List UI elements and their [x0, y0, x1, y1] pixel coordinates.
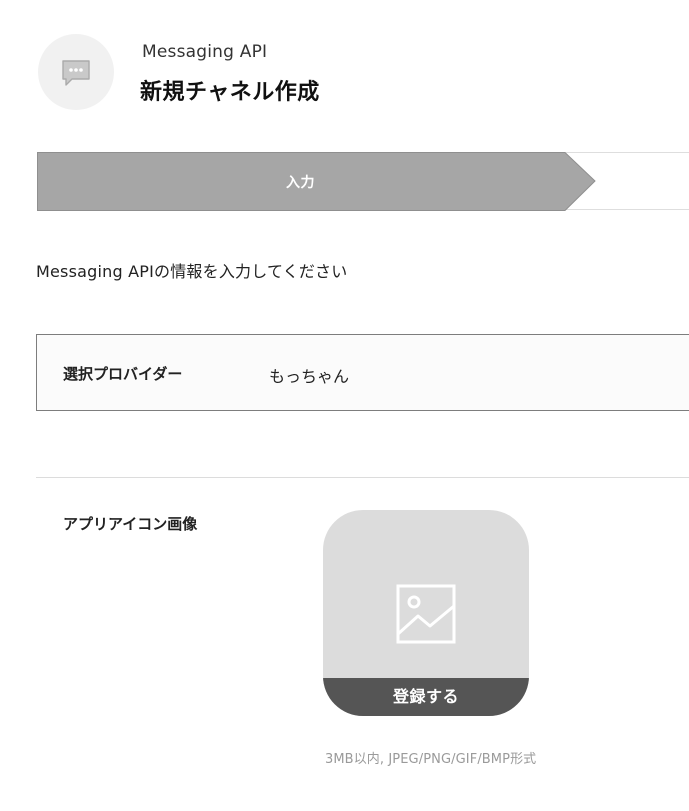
step-input-label: 入力	[286, 175, 315, 191]
app-icon-label: アプリアイコン画像	[63, 515, 198, 533]
app-icon-uploader[interactable]: 登録する	[323, 510, 529, 716]
instruction-text: Messaging APIの情報を入力してください	[36, 262, 348, 281]
section-divider	[36, 477, 689, 478]
provider-value: もっちゃん	[269, 367, 350, 386]
register-button[interactable]: 登録する	[323, 678, 529, 716]
page-title: 新規チャネル作成	[140, 80, 320, 105]
chat-bubble-icon	[38, 34, 114, 110]
file-format-hint: 3MB以内, JPEG/PNG/GIF/BMP形式	[325, 752, 537, 767]
image-icon	[396, 584, 456, 644]
page-header: Messaging API 新規チャネル作成	[38, 34, 638, 114]
provider-section: 選択プロバイダー もっちゃん	[36, 334, 689, 411]
channel-type-label: Messaging API	[142, 42, 268, 62]
provider-label: 選択プロバイダー	[63, 365, 183, 383]
